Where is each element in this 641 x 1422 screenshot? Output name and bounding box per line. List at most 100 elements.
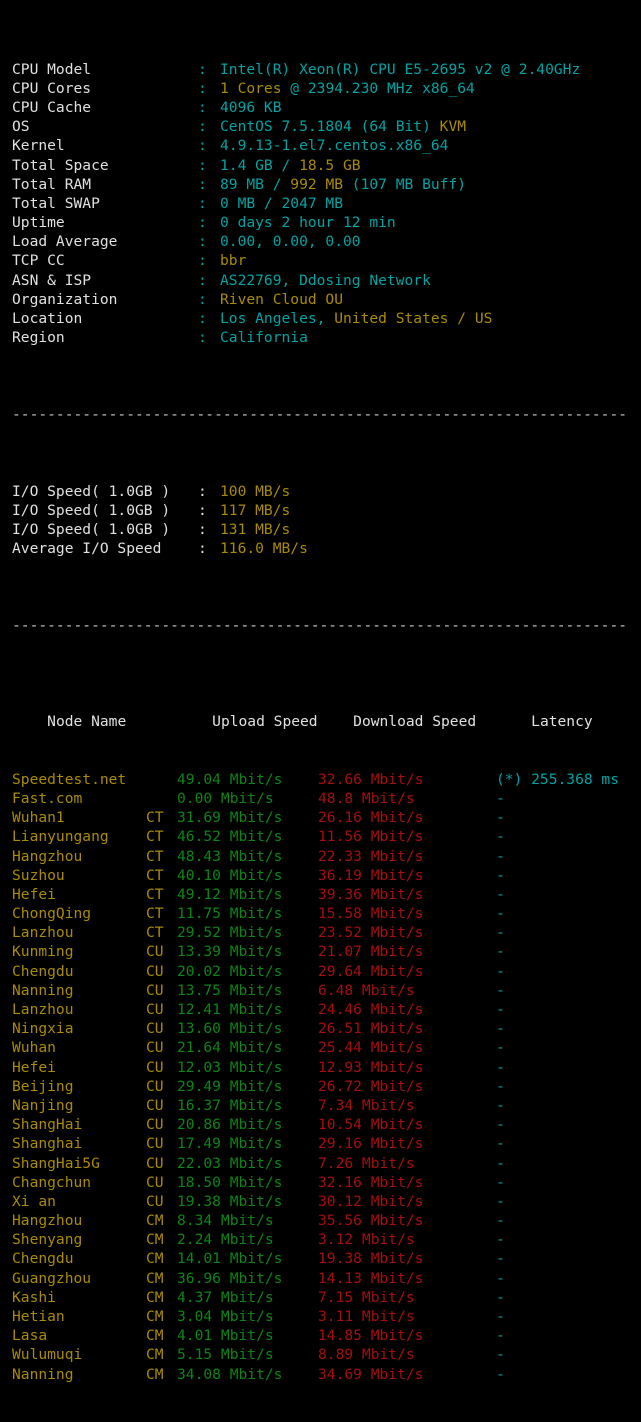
system-info-block: CPU Model: Intel(R) Xeon(R) CPU E5-2695 v…: [12, 60, 641, 348]
speedtest-latency: -: [496, 828, 505, 846]
sysinfo-row: Uptime:0 days 2 hour 12 min: [12, 213, 641, 232]
speedtest-upload-speed: 18.50 Mbit/s: [177, 1173, 283, 1191]
speedtest-upload-speed: 4.37 Mbit/s: [177, 1288, 274, 1306]
speedtest-download-speed: 8.89 Mbit/s: [318, 1346, 415, 1364]
speedtest-latency: -: [496, 943, 505, 961]
speedtest-latency: -: [496, 924, 505, 942]
speedtest-isp-code: CT: [146, 809, 164, 827]
speedtest-row: Nanjing CU 16.37 Mbit/s 7.34 Mbit/s -: [12, 1096, 641, 1115]
speedtest-node-name: Lanzhou: [12, 1001, 74, 1019]
speedtest-isp-code: CM: [146, 1327, 164, 1345]
speedtest-node-name: Hetian: [12, 1308, 65, 1326]
sysinfo-value: 0.00, 0.00, 0.00: [220, 233, 361, 251]
speedtest-upload-speed: 29.49 Mbit/s: [177, 1077, 283, 1095]
sysinfo-colon: :: [198, 79, 207, 97]
speedtest-row: Chengdu CM 14.01 Mbit/s 19.38 Mbit/s -: [12, 1249, 641, 1268]
speedtest-download-speed: 25.44 Mbit/s: [318, 1039, 424, 1057]
speedtest-row: Fast.com 0.00 Mbit/s 48.8 Mbit/s -: [12, 789, 641, 808]
sysinfo-label: Total SWAP: [12, 194, 100, 212]
speedtest-upload-speed: 2.24 Mbit/s: [177, 1231, 274, 1249]
speedtest-isp-code: CM: [146, 1365, 164, 1383]
sysinfo-value-accent: Riven Cloud OU: [220, 290, 344, 308]
speedtest-node-name: Wulumuqi: [12, 1346, 83, 1364]
speedtest-isp-code: CM: [146, 1250, 164, 1268]
speedtest-latency: -: [496, 1192, 505, 1210]
sysinfo-row: Total RAM:89 MB / 992 MB (107 MB Buff): [12, 175, 641, 194]
sysinfo-label: Organization: [12, 290, 118, 308]
sysinfo-colon: :: [198, 137, 207, 155]
speedtest-download-speed: 26.72 Mbit/s: [318, 1077, 424, 1095]
speedtest-download-speed: 3.11 Mbit/s: [318, 1308, 415, 1326]
sysinfo-value: 0 MB / 2047 MB: [220, 194, 344, 212]
speedtest-node-name: Beijing: [12, 1077, 74, 1095]
sysinfo-label: CPU Cache: [12, 98, 92, 116]
sysinfo-value: 0 days 2 hour 12 min: [220, 214, 396, 232]
separator-line-1: ----------------------------------------…: [12, 406, 628, 424]
speedtest-upload-speed: 20.02 Mbit/s: [177, 962, 283, 980]
speedtest-isp-code: CU: [146, 1001, 164, 1019]
speedtest-isp-code: CT: [146, 924, 164, 942]
speedtest-row: ShangHai CU 20.86 Mbit/s 10.54 Mbit/s -: [12, 1115, 641, 1134]
sysinfo-colon: :: [198, 290, 207, 308]
speedtest-table-body: Speedtest.net 49.04 Mbit/s 32.66 Mbit/s (*)…: [12, 770, 641, 1384]
speedtest-row: Beijing CU 29.49 Mbit/s 26.72 Mbit/s -: [12, 1077, 641, 1096]
speedtest-row: Nanning CM 34.08 Mbit/s 34.69 Mbit/s -: [12, 1365, 641, 1384]
speedtest-node-name: Shenyang: [12, 1231, 83, 1249]
speedtest-isp-code: CU: [146, 1077, 164, 1095]
speedtest-upload-speed: 40.10 Mbit/s: [177, 866, 283, 884]
speedtest-download-speed: 29.16 Mbit/s: [318, 1135, 424, 1153]
sysinfo-row: Organization: Riven Cloud OU: [12, 290, 641, 309]
speedtest-latency: -: [496, 1154, 505, 1172]
speedtest-node-name: Hefei: [12, 885, 56, 903]
speedtest-isp-code: CU: [146, 981, 164, 999]
speedtest-node-name: Lianyungang: [12, 828, 109, 846]
speedtest-upload-speed: 31.69 Mbit/s: [177, 809, 283, 827]
speedtest-upload-speed: 21.64 Mbit/s: [177, 1039, 283, 1057]
speedtest-node-name: Chengdu: [12, 1250, 74, 1268]
sysinfo-label: OS: [12, 118, 30, 136]
speedtest-row: ShangHai5G CU 22.03 Mbit/s 7.26 Mbit/s -: [12, 1154, 641, 1173]
speedtest-download-speed: 32.16 Mbit/s: [318, 1173, 424, 1191]
speedtest-node-name: Ningxia: [12, 1020, 74, 1038]
speedtest-node-name: Kunming: [12, 943, 74, 961]
speedtest-upload-speed: 12.03 Mbit/s: [177, 1058, 283, 1076]
speedtest-download-speed: 7.26 Mbit/s: [318, 1154, 415, 1172]
io-speed-row: I/O Speed( 1.0GB ):100 MB/s: [12, 482, 641, 501]
sysinfo-row: CPU Cores:1 Cores @ 2394.230 MHz x86_64: [12, 79, 641, 98]
speedtest-row: Ningxia CU 13.60 Mbit/s 26.51 Mbit/s -: [12, 1019, 641, 1038]
speedtest-isp-code: CU: [146, 1173, 164, 1191]
io-speed-row: I/O Speed( 1.0GB ):131 MB/s: [12, 520, 641, 539]
speedtest-latency: -: [496, 1327, 505, 1345]
speedtest-isp-code: CU: [146, 1039, 164, 1057]
io-speed-row: Average I/O Speed:116.0 MB/s: [12, 539, 641, 558]
speedtest-row: Hangzhou CM 8.34 Mbit/s 35.56 Mbit/s -: [12, 1211, 641, 1230]
speedtest-upload-speed: 13.60 Mbit/s: [177, 1020, 283, 1038]
speedtest-download-speed: 14.85 Mbit/s: [318, 1327, 424, 1345]
sysinfo-colon: :: [198, 271, 207, 289]
speedtest-row: ChongQing CT 11.75 Mbit/s 15.58 Mbit/s -: [12, 904, 641, 923]
speedtest-isp-code: CU: [146, 1192, 164, 1210]
speedtest-latency: -: [496, 905, 505, 923]
io-speed-label: I/O Speed( 1.0GB ): [12, 482, 171, 500]
speedtest-download-speed: 12.93 Mbit/s: [318, 1058, 424, 1076]
speedtest-upload-speed: 34.08 Mbit/s: [177, 1365, 283, 1383]
sysinfo-label: Total RAM: [12, 175, 92, 193]
speedtest-isp-code: CT: [146, 847, 164, 865]
speedtest-download-speed: 19.38 Mbit/s: [318, 1250, 424, 1268]
speedtest-upload-speed: 48.43 Mbit/s: [177, 847, 283, 865]
speedtest-upload-speed: 20.86 Mbit/s: [177, 1116, 283, 1134]
speedtest-row: Lanzhou CT 29.52 Mbit/s 23.52 Mbit/s -: [12, 923, 641, 942]
speedtest-download-speed: 21.07 Mbit/s: [318, 943, 424, 961]
speedtest-isp-code: CM: [146, 1308, 164, 1326]
sysinfo-value: 1.4 GB /: [220, 156, 300, 174]
speedtest-upload-speed: 13.39 Mbit/s: [177, 943, 283, 961]
sysinfo-value-accent: United States / US: [334, 310, 493, 328]
sysinfo-value: AS22769, Ddosing Network: [220, 271, 431, 289]
sysinfo-label: Location: [12, 310, 83, 328]
io-speed-value: 131 MB/s: [220, 521, 291, 539]
speedtest-latency: -: [496, 1058, 505, 1076]
speedtest-download-speed: 26.51 Mbit/s: [318, 1020, 424, 1038]
speedtest-isp-code: CU: [146, 1154, 164, 1172]
io-speed-row: I/O Speed( 1.0GB ):117 MB/s: [12, 501, 641, 520]
speedtest-upload-speed: 29.52 Mbit/s: [177, 924, 283, 942]
